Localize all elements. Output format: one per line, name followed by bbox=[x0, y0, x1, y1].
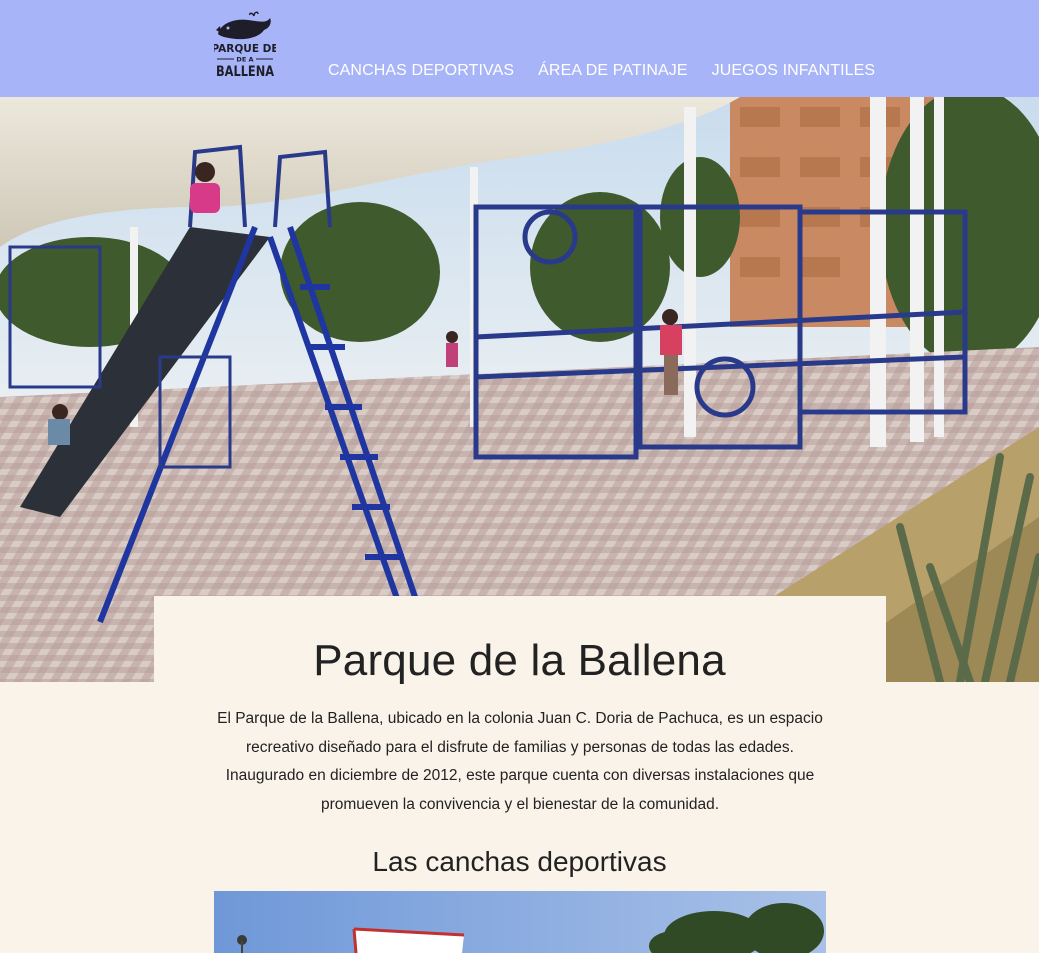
site-header: PARQUE DE DE A BALLENA CANCHAS DEPORTIVA… bbox=[0, 0, 1039, 97]
whale-icon bbox=[216, 11, 271, 40]
intro-paragraph: El Parque de la Ballena, ubicado en la c… bbox=[217, 710, 823, 813]
logo[interactable]: PARQUE DE DE A BALLENA bbox=[214, 10, 276, 80]
nav-juegos-infantiles[interactable]: JUEGOS INFANTILES bbox=[712, 62, 876, 80]
logo-text-top: PARQUE DE bbox=[214, 43, 276, 55]
hero-image bbox=[0, 97, 1039, 682]
nav-canchas-deportivas[interactable]: CANCHAS DEPORTIVAS bbox=[328, 62, 514, 80]
page-title: Parque de la Ballena bbox=[313, 636, 726, 685]
nav-area-de-patinaje[interactable]: ÁREA DE PATINAJE bbox=[538, 62, 688, 80]
main-nav: CANCHAS DEPORTIVAS ÁREA DE PATINAJE JUEG… bbox=[328, 62, 875, 80]
page: PARQUE DE DE A BALLENA CANCHAS DEPORTIVA… bbox=[0, 0, 1039, 953]
section-title-canchas: Las canchas deportivas bbox=[372, 846, 667, 877]
logo-text-bottom: BALLENA bbox=[216, 64, 274, 80]
canchas-image bbox=[214, 891, 826, 953]
logo-text-mid: DE A bbox=[236, 56, 253, 64]
